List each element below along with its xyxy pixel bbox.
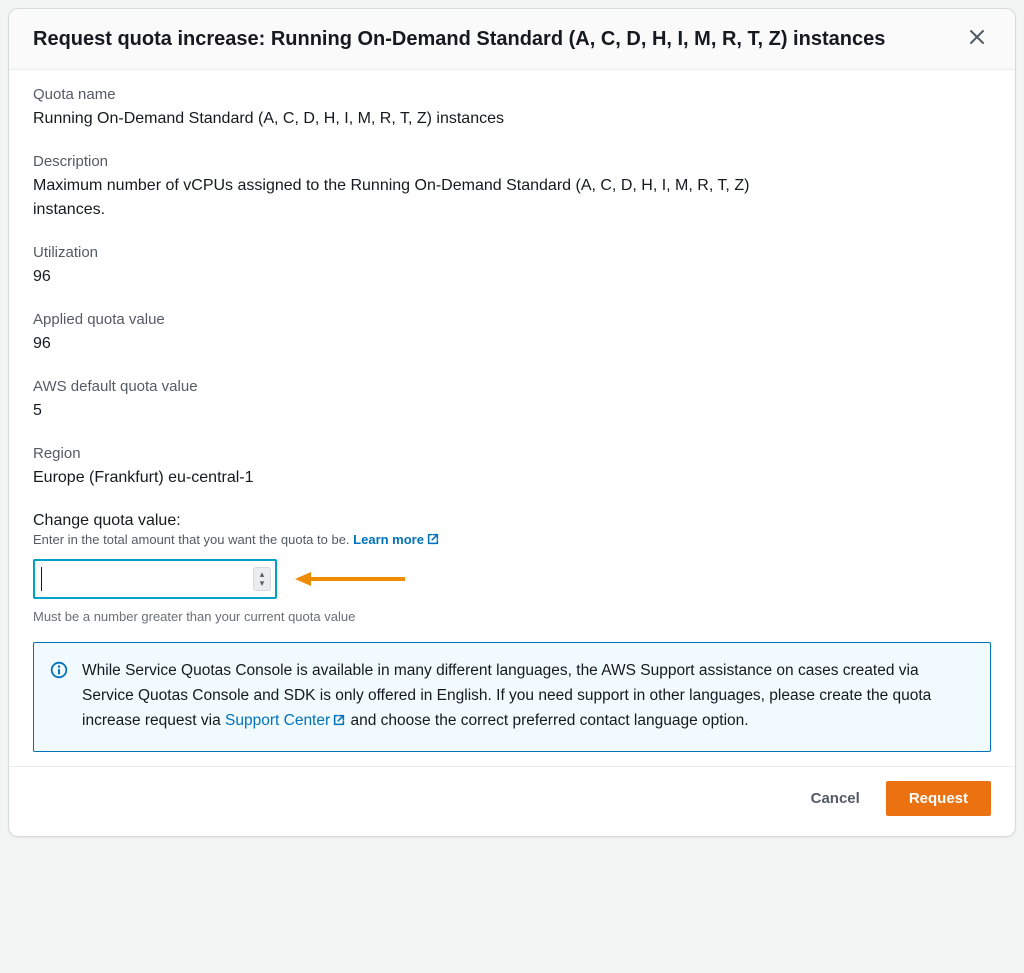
change-quota-section: Change quota value: Enter in the total a…	[33, 512, 991, 624]
close-icon[interactable]	[963, 25, 991, 53]
external-link-icon	[332, 711, 346, 736]
region-field: Region Europe (Frankfurt) eu-central-1	[33, 445, 991, 490]
default-quota-field: AWS default quota value 5	[33, 378, 991, 423]
change-quota-label: Change quota value:	[33, 512, 991, 530]
modal-footer: Cancel Request	[9, 766, 1015, 836]
text-cursor	[41, 567, 42, 591]
applied-quota-label: Applied quota value	[33, 311, 991, 328]
support-center-link[interactable]: Support Center	[225, 712, 346, 729]
description-field: Description Maximum number of vCPUs assi…	[33, 153, 991, 222]
modal-title: Request quota increase: Running On-Deman…	[33, 26, 885, 53]
utilization-value: 96	[33, 265, 991, 289]
change-quota-constraint: Must be a number greater than your curre…	[33, 609, 991, 624]
language-info-box: While Service Quotas Console is availabl…	[33, 642, 991, 752]
number-stepper[interactable]: ▴ ▾	[253, 567, 271, 591]
change-quota-input-row: ▴ ▾	[33, 559, 991, 599]
stepper-down-icon[interactable]: ▾	[260, 579, 265, 588]
quota-name-field: Quota name Running On-Demand Standard (A…	[33, 86, 991, 131]
change-quota-hint: Enter in the total amount that you want …	[33, 532, 991, 549]
description-value: Maximum number of vCPUs assigned to the …	[33, 174, 793, 222]
support-center-label: Support Center	[225, 712, 330, 729]
change-quota-input[interactable]	[33, 559, 277, 599]
modal-body: Quota name Running On-Demand Standard (A…	[9, 70, 1015, 766]
annotation-arrow-icon	[295, 569, 405, 589]
region-label: Region	[33, 445, 991, 462]
change-quota-input-wrap: ▴ ▾	[33, 559, 277, 599]
modal-header: Request quota increase: Running On-Deman…	[9, 9, 1015, 70]
cancel-button[interactable]: Cancel	[801, 782, 870, 815]
change-quota-hint-text: Enter in the total amount that you want …	[33, 532, 353, 547]
info-icon	[50, 661, 68, 735]
region-value: Europe (Frankfurt) eu-central-1	[33, 466, 991, 490]
applied-quota-value: 96	[33, 332, 991, 356]
learn-more-text: Learn more	[353, 532, 424, 547]
description-label: Description	[33, 153, 991, 170]
utilization-field: Utilization 96	[33, 244, 991, 289]
external-link-icon	[426, 532, 440, 549]
default-quota-value: 5	[33, 399, 991, 423]
utilization-label: Utilization	[33, 244, 991, 261]
default-quota-label: AWS default quota value	[33, 378, 991, 395]
applied-quota-field: Applied quota value 96	[33, 311, 991, 356]
learn-more-link[interactable]: Learn more	[353, 532, 440, 547]
request-button[interactable]: Request	[886, 781, 991, 816]
quota-increase-modal: Request quota increase: Running On-Deman…	[8, 8, 1016, 837]
info-text: While Service Quotas Console is availabl…	[82, 659, 970, 735]
quota-name-value: Running On-Demand Standard (A, C, D, H, …	[33, 107, 991, 131]
quota-name-label: Quota name	[33, 86, 991, 103]
info-text-after: and choose the correct preferred contact…	[346, 712, 748, 729]
